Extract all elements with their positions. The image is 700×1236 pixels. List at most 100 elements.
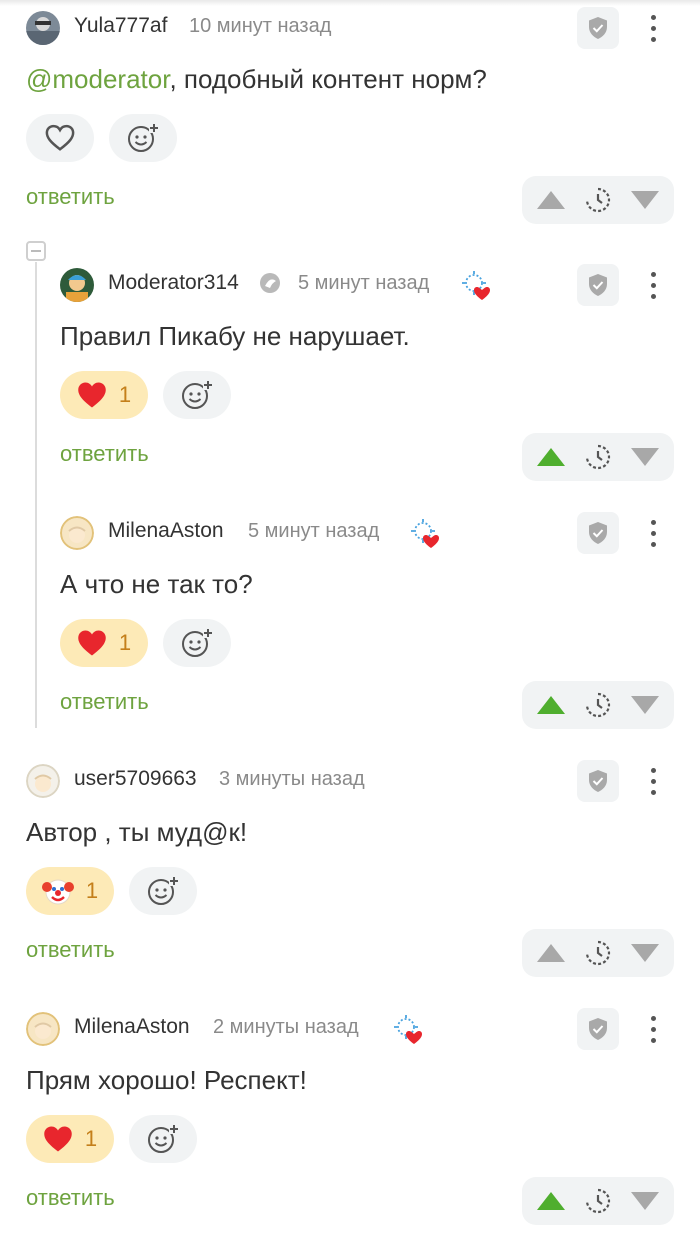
avatar[interactable]: [26, 1012, 60, 1046]
shield-icon: [589, 522, 607, 544]
username[interactable]: Yula777af: [74, 14, 167, 38]
shield-button[interactable]: [577, 760, 619, 802]
more-options-button[interactable]: [643, 9, 663, 47]
comment: user5709663 3 минуты назад Автор , ты му…: [0, 753, 700, 993]
comment-header: MilenaAston 5 минут назад: [0, 505, 700, 561]
reaction-heart-button[interactable]: [26, 114, 94, 162]
avatar[interactable]: [60, 268, 94, 302]
comment-time[interactable]: 3 минуты назад: [219, 768, 365, 791]
heart-badge-icon: [460, 269, 494, 303]
add-reaction-icon: [182, 628, 213, 657]
save-later-icon[interactable]: [585, 940, 611, 966]
vote-widget: [522, 681, 674, 729]
comment: Moderator314 5 минут назад Правил Пикабу…: [0, 257, 700, 497]
shield-button[interactable]: [577, 1008, 619, 1050]
reply-button[interactable]: ответить: [26, 937, 115, 963]
add-reaction-button[interactable]: [129, 1115, 197, 1163]
more-options-button[interactable]: [643, 514, 663, 552]
shield-button[interactable]: [577, 512, 619, 554]
mention-link[interactable]: @moderator: [26, 64, 169, 94]
comment-time[interactable]: 5 минут назад: [298, 272, 429, 295]
reply-button[interactable]: ответить: [60, 441, 149, 467]
heart-badge-icon: [409, 517, 443, 551]
save-later-icon[interactable]: [585, 444, 611, 470]
avatar[interactable]: [60, 516, 94, 550]
reaction-heart-button[interactable]: 1: [26, 1115, 114, 1163]
downvote-button[interactable]: [630, 1191, 660, 1211]
shield-button[interactable]: [577, 7, 619, 49]
reply-button[interactable]: ответить: [60, 689, 149, 715]
reaction-count: 1: [85, 878, 99, 903]
reaction-count: 1: [118, 382, 132, 407]
reaction-heart-button[interactable]: 1: [60, 371, 148, 419]
more-options-button[interactable]: [643, 266, 663, 304]
add-reaction-icon: [148, 1124, 179, 1153]
heart-outline-icon: [45, 124, 75, 151]
vote-widget: [522, 433, 674, 481]
add-reaction-button[interactable]: [163, 371, 231, 419]
comment: MilenaAston 5 минут назад А что не так т…: [0, 505, 700, 745]
comment-text: А что не так то?: [60, 569, 253, 599]
username[interactable]: user5709663: [74, 767, 197, 791]
downvote-button[interactable]: [630, 190, 660, 210]
reply-row: ответить: [0, 433, 700, 481]
reaction-count: 1: [84, 1126, 98, 1151]
reaction-clown-button[interactable]: 1: [26, 867, 114, 915]
add-reaction-button[interactable]: [109, 114, 177, 162]
shield-icon: [589, 1018, 607, 1040]
add-reaction-icon: [182, 380, 213, 409]
reaction-heart-button[interactable]: 1: [60, 619, 148, 667]
comment-header: Yula777af 10 минут назад: [0, 0, 700, 56]
reply-row: ответить: [0, 929, 700, 977]
shield-icon: [589, 17, 607, 39]
comment-text: @moderator, подобный контент норм?: [26, 64, 487, 94]
add-reaction-icon: [148, 876, 179, 905]
upvote-button[interactable]: [536, 1191, 566, 1211]
save-later-icon[interactable]: [585, 1188, 611, 1214]
comment-header: MilenaAston 2 минуты назад: [0, 1001, 700, 1057]
comment-time[interactable]: 2 минуты назад: [213, 1016, 359, 1039]
downvote-button[interactable]: [630, 447, 660, 467]
username[interactable]: MilenaAston: [74, 1015, 190, 1039]
save-later-icon[interactable]: [585, 692, 611, 718]
add-reaction-button[interactable]: [129, 867, 197, 915]
upvote-button[interactable]: [536, 447, 566, 467]
shield-button[interactable]: [577, 264, 619, 306]
reaction-count: 1: [118, 630, 132, 655]
heart-badge-icon: [392, 1013, 426, 1047]
reply-row: ответить: [0, 681, 700, 729]
reply-row: ответить: [0, 1177, 700, 1225]
comment-header: user5709663 3 минуты назад: [0, 753, 700, 809]
reply-button[interactable]: ответить: [26, 184, 115, 210]
comment-time[interactable]: 10 минут назад: [189, 15, 331, 38]
downvote-button[interactable]: [630, 943, 660, 963]
upvote-button[interactable]: [536, 190, 566, 210]
reply-row: ответить: [0, 176, 700, 224]
downvote-button[interactable]: [630, 695, 660, 715]
shield-icon: [589, 274, 607, 296]
comment: Yula777af 10 минут назад @moderator, под…: [0, 0, 700, 240]
reply-button[interactable]: ответить: [26, 1185, 115, 1211]
add-reaction-button[interactable]: [163, 619, 231, 667]
comment-header: Moderator314 5 минут назад: [0, 257, 700, 313]
comment-text: Автор , ты муд@к!: [26, 817, 248, 847]
upvote-button[interactable]: [536, 943, 566, 963]
save-later-icon[interactable]: [585, 187, 611, 213]
heart-icon: [78, 630, 106, 656]
add-reaction-icon: [128, 123, 159, 152]
vote-widget: [522, 1177, 674, 1225]
more-options-button[interactable]: [643, 762, 663, 800]
more-options-button[interactable]: [643, 1010, 663, 1048]
shield-icon: [589, 770, 607, 792]
moderator-icon: [260, 273, 280, 293]
heart-icon: [44, 1126, 72, 1152]
comment-time[interactable]: 5 минут назад: [248, 520, 379, 543]
upvote-button[interactable]: [536, 695, 566, 715]
comment: MilenaAston 2 минуты назад Прям хорошо! …: [0, 1001, 700, 1236]
vote-widget: [522, 176, 674, 224]
clown-icon: [41, 879, 74, 905]
avatar[interactable]: [26, 11, 60, 45]
username[interactable]: MilenaAston: [108, 519, 224, 543]
username[interactable]: Moderator314: [108, 271, 239, 295]
avatar[interactable]: [26, 764, 60, 798]
